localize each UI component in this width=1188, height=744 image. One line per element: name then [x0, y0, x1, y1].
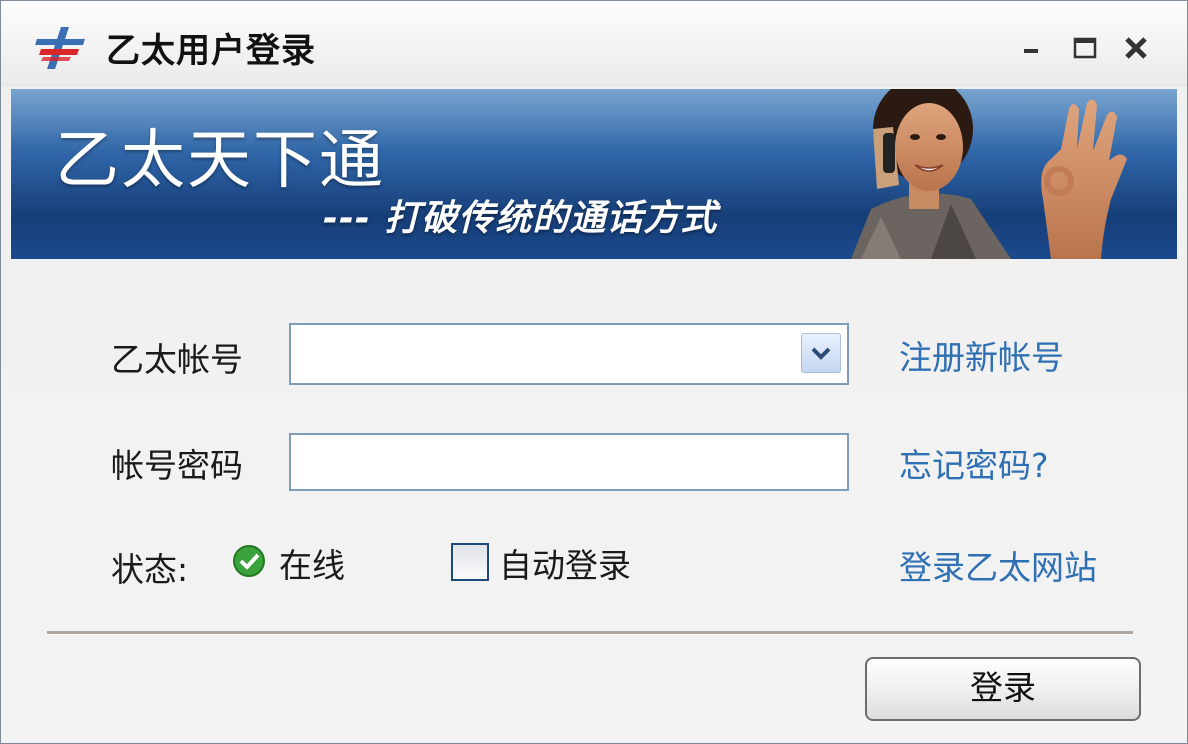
- woman-on-phone-image: [851, 89, 1127, 259]
- auto-login-label[interactable]: 自动登录: [499, 539, 631, 587]
- account-label: 乙太帐号: [111, 340, 243, 379]
- app-logo-icon: [35, 27, 85, 69]
- banner-slogan: --- 打破传统的通话方式: [323, 198, 718, 239]
- forgot-password-link[interactable]: 忘记密码?: [899, 439, 1049, 487]
- status-value[interactable]: 在线: [279, 539, 345, 587]
- account-combobox[interactable]: [289, 323, 849, 385]
- visit-website-link[interactable]: 登录乙太网站: [899, 541, 1097, 589]
- password-input[interactable]: [291, 435, 847, 489]
- banner-title: 乙太天下通: [55, 124, 385, 196]
- divider: [47, 631, 1133, 635]
- login-button[interactable]: 登录: [865, 657, 1141, 721]
- account-dropdown-button[interactable]: [801, 333, 841, 373]
- login-window: 乙太用户登录 乙太天下通 --- 打破传统的通话方式 乙太帐号 注册新帐号 帐号…: [0, 0, 1188, 744]
- online-status-icon[interactable]: [231, 543, 267, 579]
- close-icon[interactable]: [1119, 31, 1153, 65]
- maximize-icon[interactable]: [1069, 31, 1103, 65]
- status-label: 状态:: [111, 550, 189, 589]
- auto-login-checkbox[interactable]: [451, 543, 489, 581]
- register-account-link[interactable]: 注册新帐号: [899, 331, 1064, 379]
- account-input[interactable]: [291, 325, 847, 383]
- minimize-icon[interactable]: [1016, 31, 1050, 65]
- promo-banner: 乙太天下通 --- 打破传统的通话方式: [11, 89, 1177, 259]
- title-bar[interactable]: 乙太用户登录: [1, 1, 1187, 87]
- window-title: 乙太用户登录: [106, 31, 316, 71]
- chevron-down-icon: [811, 347, 831, 360]
- password-label: 帐号密码: [111, 446, 243, 485]
- password-field[interactable]: [289, 433, 849, 491]
